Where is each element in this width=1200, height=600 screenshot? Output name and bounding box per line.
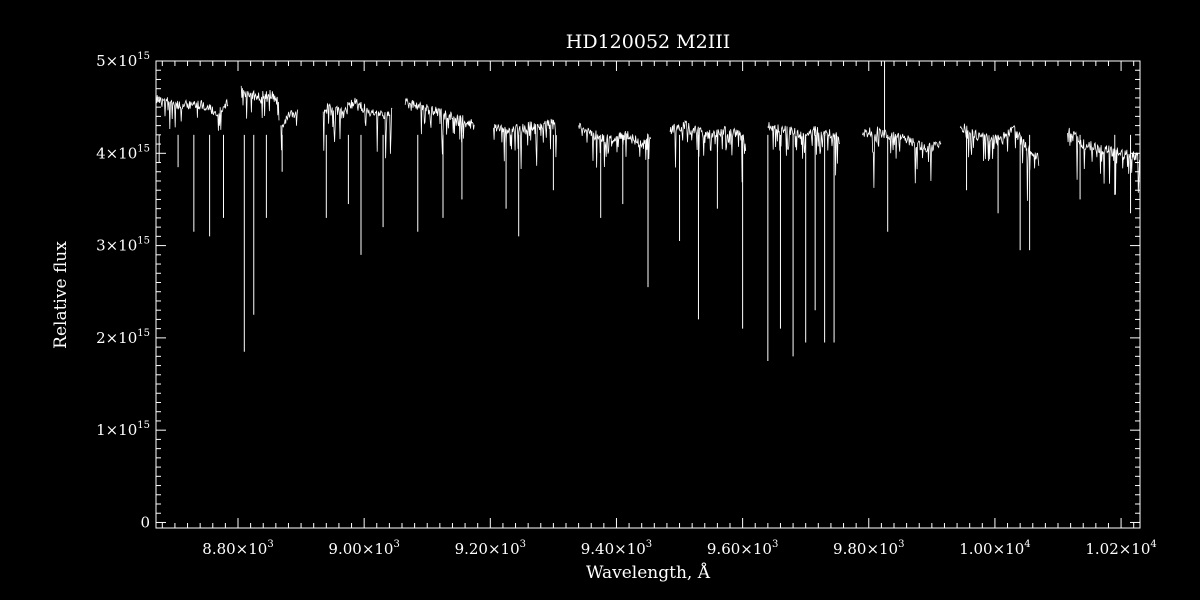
spectrum-segment [578, 122, 651, 168]
spectrum-segment [669, 119, 747, 183]
x-tick-label: 8.80×103 [202, 539, 273, 558]
y-axis-label: Relative flux [51, 241, 71, 349]
spectrum-segment [280, 109, 299, 151]
spectrum-segment [155, 95, 229, 131]
spectrum-chart: HD120052 M2III Wavelength, Å Relative fl… [0, 0, 1200, 600]
spectrum-segment [404, 97, 475, 155]
y-tick-label: 4×1015 [96, 143, 150, 162]
spectrum-segment [767, 122, 841, 176]
spectrum-segment [1067, 127, 1140, 195]
x-tick-label: 9.80×103 [833, 539, 904, 558]
x-tick-label: 9.00×103 [328, 539, 399, 558]
x-tick-label: 9.40×103 [581, 539, 652, 558]
spectrum-segment [959, 123, 1040, 201]
chart-title: HD120052 M2III [566, 31, 730, 53]
y-tick-label: 0 [140, 513, 150, 531]
y-tick-label: 2×1015 [96, 328, 150, 347]
spectrum-segment [240, 85, 280, 121]
y-tick-label: 1×1015 [96, 420, 150, 439]
x-axis-label: Wavelength, Å [586, 562, 711, 583]
y-tick-label: 5×1015 [96, 51, 150, 70]
spectrum-segment [862, 126, 942, 188]
spectrum-segment [322, 97, 393, 159]
plot-area: 8.80×103 9.00×103 9.20×103 9.40×103 9.60×103… [96, 51, 1157, 558]
spectrum-segment [493, 118, 557, 170]
x-tick-label: 9.60×103 [707, 539, 778, 558]
x-tick-label: 1.02×104 [1085, 539, 1156, 558]
y-tick-label: 3×1015 [96, 236, 150, 255]
x-tick-label: 9.20×103 [455, 539, 526, 558]
plot-frame [155, 60, 1141, 529]
x-tick-label: 1.00×104 [959, 539, 1030, 558]
